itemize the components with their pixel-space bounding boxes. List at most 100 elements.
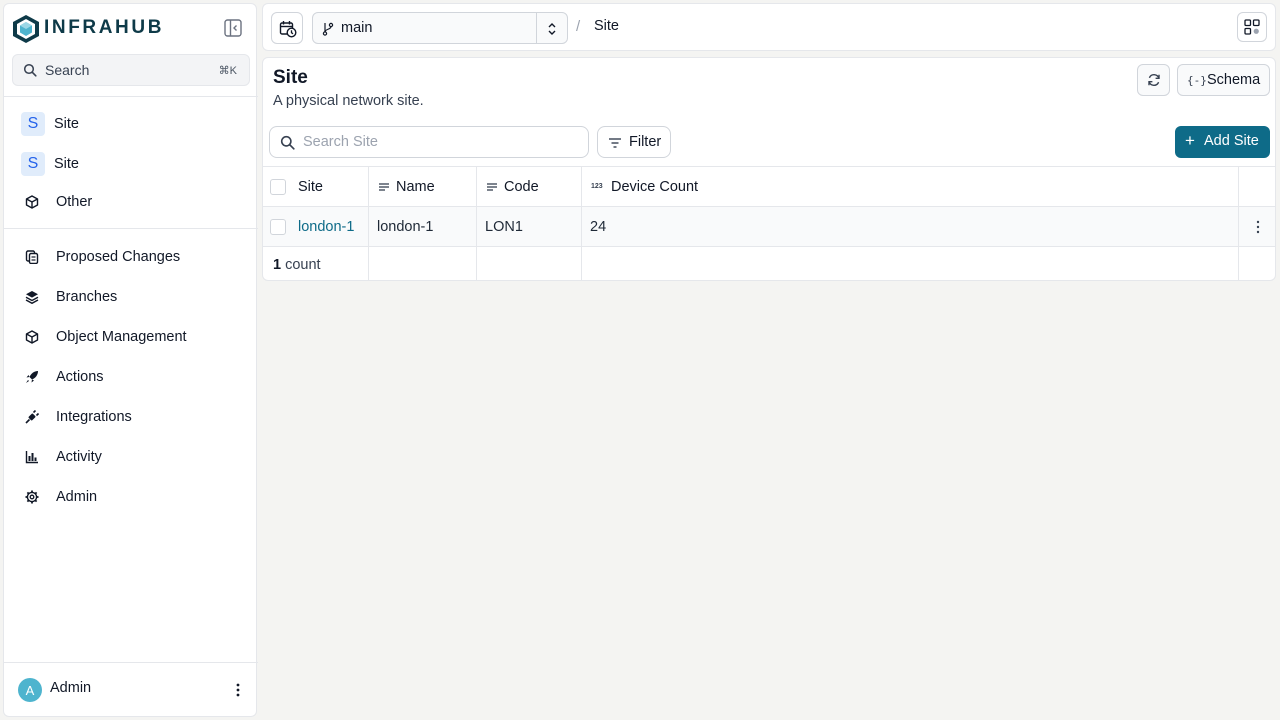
user-menu-row[interactable]: A Admin <box>4 662 258 716</box>
select-all-checkbox[interactable] <box>270 178 286 195</box>
number-icon: 123 <box>591 183 603 190</box>
main-panel: Site A physical network site. {-} Schema… <box>262 57 1276 281</box>
row-checkbox[interactable] <box>270 218 286 235</box>
sidebar-item-object-management[interactable]: Object Management <box>12 320 250 354</box>
sidebar-item-proposed-changes[interactable]: Proposed Changes <box>12 240 250 274</box>
cell-value: london-1 <box>377 218 434 235</box>
chevron-up-down-icon <box>548 23 556 35</box>
count-value: 1 <box>273 256 282 273</box>
site-link[interactable]: london-1 <box>298 219 354 235</box>
apps-button[interactable] <box>1237 12 1267 42</box>
search-site-input[interactable] <box>303 132 573 152</box>
footer-cell <box>582 247 1239 280</box>
schema-button-label: Schema <box>1207 72 1261 88</box>
add-site-button[interactable]: + Add Site <box>1175 126 1270 158</box>
column-header-name[interactable]: Name <box>369 167 477 206</box>
top-bar: main / Site <box>262 3 1276 51</box>
cube-icon <box>22 192 42 212</box>
table-header: Site Name Code 123 Device Count <box>263 166 1275 206</box>
sidebar-item-label: Admin <box>56 489 98 505</box>
sidebar-item-admin[interactable]: Admin <box>12 480 250 514</box>
page-title: Site <box>273 67 308 88</box>
sidebar-item-site-2[interactable]: S Site <box>12 147 250 181</box>
git-branch-icon <box>322 22 334 36</box>
sidebar-item-other[interactable]: Other <box>12 185 250 219</box>
cell-device-count: 24 <box>582 207 1239 246</box>
avatar: A <box>18 678 42 702</box>
more-vertical-icon[interactable] <box>234 681 242 699</box>
cell-value: LON1 <box>485 218 523 235</box>
site-badge: S <box>21 152 45 176</box>
sidebar-item-actions[interactable]: Actions <box>12 360 250 394</box>
filter-button[interactable]: Filter <box>597 126 671 158</box>
sidebar-item-label: Object Management <box>56 329 187 345</box>
list-search[interactable] <box>269 126 589 158</box>
breadcrumb-separator: / <box>576 18 581 35</box>
column-header-site[interactable]: Site <box>263 167 369 206</box>
column-header-label: Site <box>298 178 323 195</box>
footer-cell <box>477 247 582 280</box>
global-search[interactable]: Search ⌘K <box>12 54 250 86</box>
divider <box>4 96 258 97</box>
cell-code: LON1 <box>477 207 582 246</box>
schema-button[interactable]: {-} Schema <box>1177 64 1270 96</box>
logo-row: INFRAHUB <box>4 4 258 52</box>
sidebar-item-integrations[interactable]: Integrations <box>12 400 250 434</box>
user-name: Admin <box>50 680 92 696</box>
table-footer: 1 count <box>263 246 1275 280</box>
text-icon <box>486 181 498 193</box>
column-header-label: Name <box>396 178 435 195</box>
add-site-label: Add Site <box>1204 133 1259 149</box>
filter-button-label: Filter <box>629 134 662 150</box>
proposed-changes-icon <box>22 247 42 267</box>
sidebar: INFRAHUB Search ⌘K S Site S Site Other P… <box>3 3 258 717</box>
row-actions[interactable] <box>1239 207 1275 246</box>
collapse-sidebar-icon[interactable] <box>223 18 243 38</box>
breadcrumb[interactable]: Site <box>594 18 619 34</box>
table-row[interactable]: london-1 london-1 LON1 24 <box>263 206 1275 246</box>
site-badge: S <box>21 112 45 136</box>
branch-selector[interactable]: main <box>312 12 568 44</box>
apps-grid-icon <box>1244 19 1260 35</box>
infrahub-logo-icon <box>13 15 39 43</box>
cell-name: london-1 <box>369 207 477 246</box>
column-header-label: Device Count <box>611 178 699 195</box>
filter-icon <box>609 138 621 148</box>
plug-icon <box>22 407 42 427</box>
row-count: 1 count <box>263 247 369 280</box>
layers-icon <box>22 287 42 307</box>
column-header-device-count[interactable]: 123 Device Count <box>582 167 1239 206</box>
refresh-icon <box>1148 74 1160 86</box>
plus-icon: + <box>1185 131 1195 150</box>
rocket-icon <box>22 367 42 387</box>
sidebar-item-label: Other <box>56 194 93 210</box>
cell-value: 24 <box>590 218 607 235</box>
column-header-code[interactable]: Code <box>477 167 582 206</box>
time-travel-button[interactable] <box>271 12 303 44</box>
divider <box>536 13 537 43</box>
footer-cell <box>369 247 477 280</box>
search-icon <box>23 63 37 77</box>
search-label: Search <box>45 62 90 78</box>
brand-name: INFRAHUB <box>44 17 165 38</box>
cube-icon <box>22 327 42 347</box>
branch-name: main <box>341 20 373 36</box>
sidebar-item-label: Integrations <box>56 409 132 425</box>
chart-icon <box>22 447 42 467</box>
sidebar-item-activity[interactable]: Activity <box>12 440 250 474</box>
count-label: count <box>285 256 321 273</box>
divider <box>4 228 258 229</box>
cell-site: london-1 <box>263 207 369 246</box>
sidebar-item-branches[interactable]: Branches <box>12 280 250 314</box>
sidebar-item-label: Branches <box>56 289 118 305</box>
calendar-clock-icon <box>279 21 297 38</box>
text-icon <box>378 181 390 193</box>
search-icon <box>280 135 295 150</box>
sidebar-item-label: Proposed Changes <box>56 249 181 265</box>
sidebar-item-label: Site <box>54 156 79 172</box>
refresh-button[interactable] <box>1137 64 1170 96</box>
sidebar-item-site[interactable]: S Site <box>12 107 250 141</box>
more-vertical-icon[interactable] <box>1256 220 1260 234</box>
sidebar-item-label: Site <box>54 116 79 132</box>
column-header-label: Code <box>504 178 539 195</box>
